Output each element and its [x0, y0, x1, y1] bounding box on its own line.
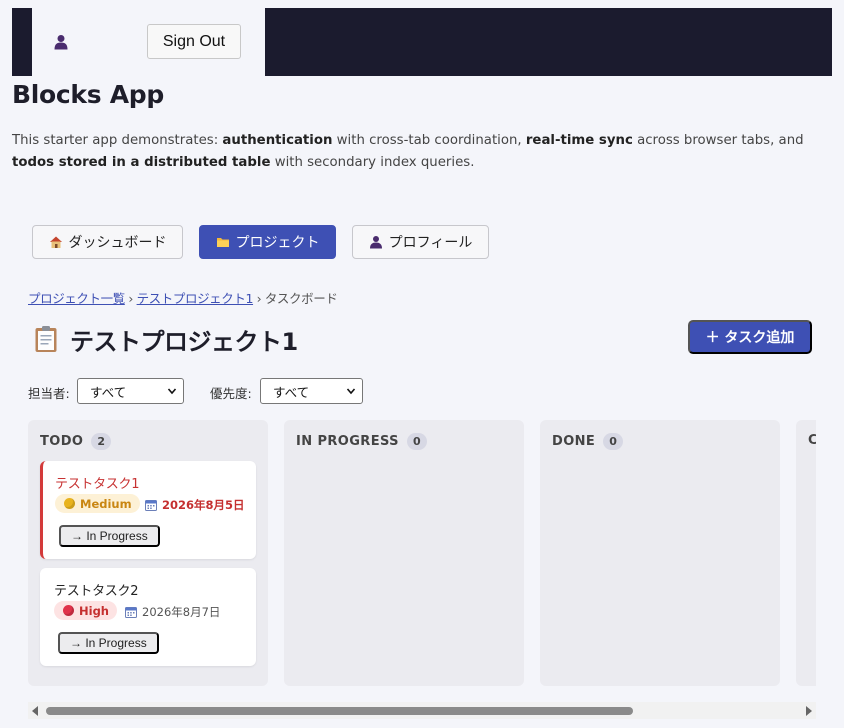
- intro-part: with secondary index queries.: [270, 155, 475, 170]
- horizontal-scrollbar[interactable]: [28, 702, 816, 719]
- add-task-button[interactable]: ＋ タスク追加: [688, 320, 812, 354]
- calendar-icon: [145, 500, 157, 511]
- column-title: DONE: [552, 434, 596, 449]
- breadcrumb: プロジェクト一覧 › テストプロジェクト1 › タスクボード: [28, 288, 338, 307]
- app-title: Blocks App: [12, 80, 164, 109]
- breadcrumb-project-list-link[interactable]: プロジェクト一覧: [28, 291, 125, 306]
- sign-out-button[interactable]: Sign Out: [147, 24, 241, 59]
- nav-dashboard-button[interactable]: ダッシュボード: [32, 225, 183, 259]
- scroll-right-arrow-icon[interactable]: [806, 706, 812, 716]
- priority-filter-value: すべて: [273, 384, 310, 400]
- chevron-down-icon: [346, 388, 356, 395]
- priority-filter-label: 優先度:: [210, 386, 252, 401]
- priority-badge: Medium: [55, 494, 140, 513]
- due-date: 2026年8月5日: [145, 497, 245, 513]
- column-partial: C: [796, 420, 816, 686]
- column-title: IN PROGRESS: [296, 434, 399, 449]
- intro-part: with cross-tab coordination,: [332, 133, 526, 148]
- intro-part: This starter app demonstrates:: [12, 133, 223, 148]
- column-title: TODO: [40, 434, 84, 449]
- assignee-filter-select[interactable]: すべて: [77, 378, 184, 404]
- column-header: DONE 0: [552, 433, 624, 450]
- user-icon: [54, 34, 68, 50]
- due-date-text: 2026年8月5日: [162, 498, 245, 512]
- medium-priority-icon: [64, 498, 75, 509]
- username: testuser1: [74, 34, 132, 50]
- task-card[interactable]: テストタスク1 Medium 2026年8月5日 → In Progress: [40, 461, 256, 559]
- move-to-in-progress-button[interactable]: → In Progress: [58, 632, 159, 654]
- high-priority-icon: [63, 605, 74, 616]
- calendar-icon: [125, 607, 137, 618]
- intro-part: across browser tabs, and: [632, 133, 804, 148]
- column-header: TODO 2: [40, 433, 112, 450]
- user-box: testuser1 Sign Out: [32, 8, 265, 76]
- assignee-filter-label: 担当者:: [28, 386, 70, 401]
- column-title: C: [808, 433, 816, 448]
- breadcrumb-project-link[interactable]: テストプロジェクト1: [137, 291, 254, 306]
- nav-dashboard-label: ダッシュボード: [68, 235, 167, 251]
- intro-bold: authentication: [222, 133, 333, 148]
- intro-bold: todos stored in a distributed table: [12, 155, 271, 170]
- column-count-badge: 0: [603, 433, 624, 450]
- task-title: テストタスク2: [54, 584, 139, 599]
- clipboard-icon: [34, 325, 58, 353]
- due-date-text: 2026年8月7日: [142, 605, 221, 619]
- priority-badge: High: [54, 601, 117, 620]
- column-header: C: [808, 433, 816, 448]
- user-icon: [369, 235, 383, 249]
- nav-projects-label: プロジェクト: [235, 235, 320, 251]
- move-to-in-progress-button[interactable]: → In Progress: [59, 525, 160, 547]
- assignee-filter-value: すべて: [90, 384, 127, 400]
- breadcrumb-separator: ›: [128, 291, 133, 306]
- column-count-badge: 2: [91, 433, 112, 450]
- house-icon: [49, 235, 63, 249]
- column-todo: TODO 2 テストタスク1 Medium 2026年8月5日 → In Pro…: [28, 420, 268, 686]
- scroll-left-arrow-icon[interactable]: [32, 706, 38, 716]
- project-title: テストプロジェクト1: [70, 328, 298, 356]
- breadcrumb-separator: ›: [256, 291, 262, 306]
- due-date: 2026年8月7日: [125, 604, 220, 620]
- column-count-badge: 0: [406, 433, 427, 450]
- chevron-down-icon: [167, 388, 177, 395]
- column-done: DONE 0: [540, 420, 780, 686]
- nav-profile-button[interactable]: プロフィール: [352, 225, 489, 259]
- column-in-progress: IN PROGRESS 0: [284, 420, 524, 686]
- intro-text: This starter app demonstrates: authentic…: [12, 130, 834, 174]
- priority-label: Medium: [80, 496, 132, 511]
- column-header: IN PROGRESS 0: [296, 433, 427, 450]
- task-card[interactable]: テストタスク2 High 2026年8月7日 → In Progress: [40, 568, 256, 666]
- priority-label: High: [79, 603, 109, 618]
- task-title: テストタスク1: [55, 477, 140, 492]
- breadcrumb-current: タスクボード: [264, 291, 338, 306]
- priority-filter-select[interactable]: すべて: [260, 378, 363, 404]
- intro-bold: real-time sync: [525, 133, 633, 148]
- scrollbar-thumb[interactable]: [46, 707, 633, 715]
- nav-projects-button[interactable]: プロジェクト: [199, 225, 336, 259]
- nav-profile-label: プロフィール: [388, 235, 473, 251]
- folder-icon: [216, 235, 230, 249]
